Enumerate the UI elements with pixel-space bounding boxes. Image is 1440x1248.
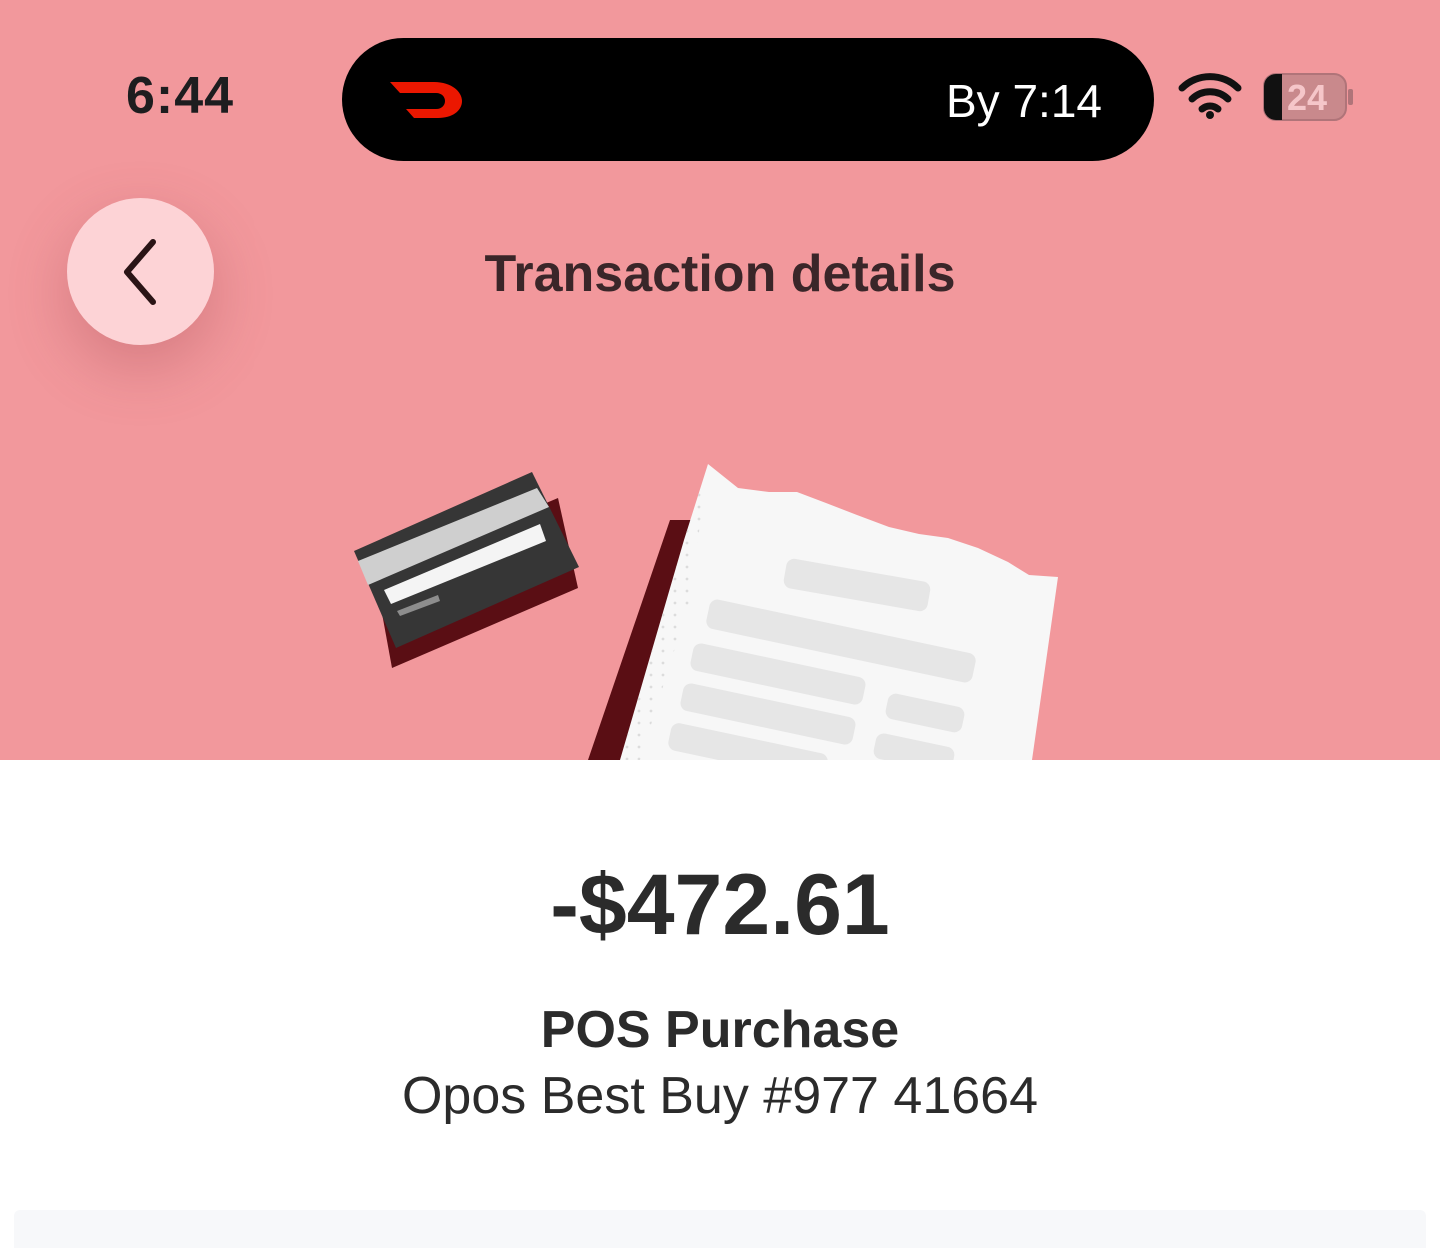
transaction-type: POS Purchase xyxy=(540,1001,900,1059)
transaction-amount: -$472.61 xyxy=(550,857,890,953)
merchant-name: Opos Best Buy #977 41664 xyxy=(401,1067,1038,1125)
hero-banner: 6:44 By 7:14 24 Transaction details xyxy=(0,0,1440,760)
receipt-icon xyxy=(588,464,1058,760)
details-card xyxy=(14,1210,1426,1248)
card-and-receipt-illustration xyxy=(354,464,1058,760)
credit-card-icon xyxy=(354,472,579,668)
transaction-summary: -$472.61 POS Purchase Opos Best Buy #977… xyxy=(0,760,1440,1248)
